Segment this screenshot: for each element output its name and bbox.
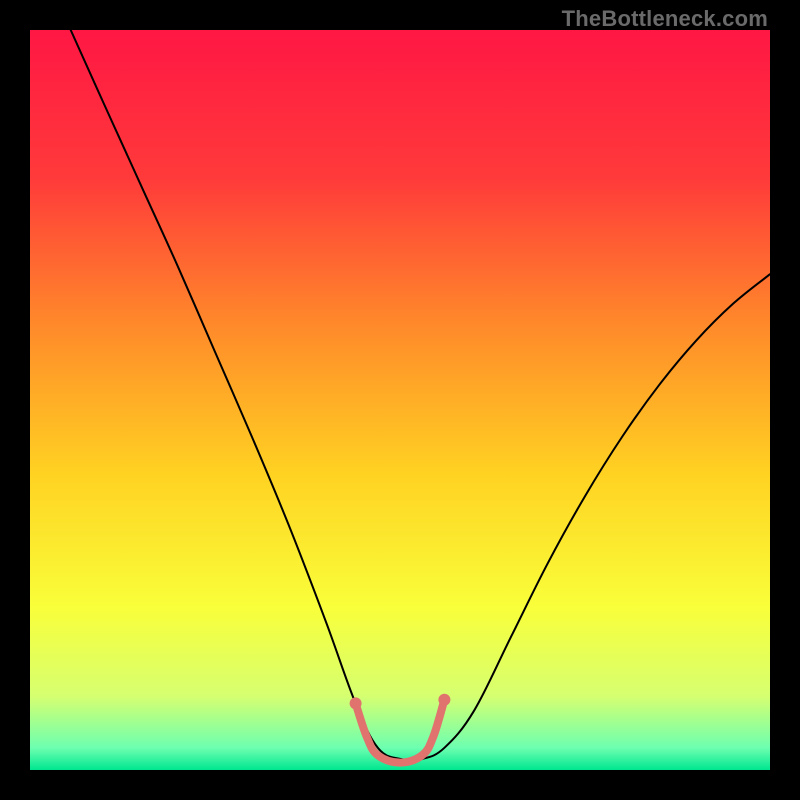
chart-frame: TheBottleneck.com (0, 0, 800, 800)
bottleneck-curve (71, 30, 770, 760)
valley-accent-endpoint-left-icon (350, 697, 362, 709)
curve-layer (30, 30, 770, 770)
plot-area (30, 30, 770, 770)
valley-accent-endpoint-right-icon (438, 694, 450, 706)
valley-accent (356, 700, 445, 763)
watermark-text: TheBottleneck.com (562, 6, 768, 32)
